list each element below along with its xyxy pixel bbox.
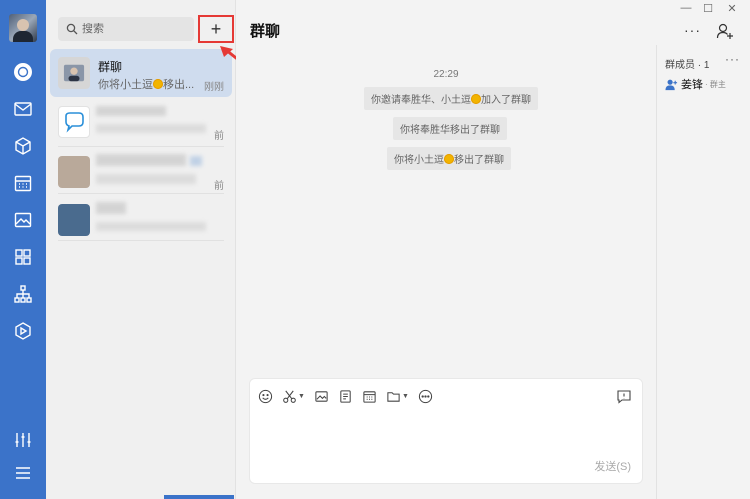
conversation-name: 群聊 (98, 60, 123, 74)
sunflower-emoji-icon (444, 154, 454, 164)
system-notice: 你邀请奉胜华、小土逗 加入了群聊 (364, 87, 538, 110)
divider (58, 146, 224, 147)
message-composer: ▼ ▼ 发送(S) (249, 378, 643, 484)
add-member-icon[interactable] (716, 22, 734, 40)
calendar-icon[interactable] (11, 171, 35, 195)
more-options-button[interactable]: ··· (684, 22, 701, 38)
conversation-time: 前 (214, 181, 224, 192)
member-role: · 群主 (705, 79, 726, 89)
system-notice: 你将奉胜华移出了群聊 (393, 117, 507, 140)
emoji-icon (258, 389, 273, 403)
contact-avatar (58, 156, 90, 188)
folder-icon (387, 391, 400, 402)
conversation-item[interactable] (50, 196, 232, 244)
file-button[interactable] (338, 387, 353, 405)
folder-button[interactable]: ▼ (386, 387, 409, 405)
members-panel: 群成员 · 1 ··· 姜锋 · 群主 (656, 45, 750, 499)
members-more-button[interactable]: ··· (725, 52, 740, 66)
menu-icon[interactable] (11, 461, 35, 485)
conversation-list: + 群聊 你将小土逗移出... 刚刚 前 前 (46, 0, 275, 499)
screenshot-button[interactable]: ▼ (282, 387, 305, 405)
image-icon (315, 390, 328, 402)
avatar[interactable] (9, 14, 37, 42)
search-box[interactable] (58, 17, 194, 41)
member-item[interactable]: 姜锋 · 群主 (665, 76, 726, 92)
search-icon (66, 23, 78, 35)
chat-icon[interactable] (11, 60, 35, 84)
system-notice: 你将小土逗 移出了群聊 (387, 147, 511, 170)
conversation-time: 刚刚 (204, 82, 224, 93)
send-button[interactable]: 发送(S) (594, 458, 631, 474)
chat-bubble-icon (58, 106, 90, 138)
contact-avatar (58, 204, 90, 236)
taskbar-indicator (164, 495, 234, 499)
emoji-button[interactable] (258, 387, 273, 405)
close-button[interactable]: ✕ (722, 2, 742, 15)
chat-title: 群聊 (250, 23, 281, 40)
conversation-item[interactable]: 前 (50, 98, 232, 146)
more-icon (418, 389, 432, 403)
docs-icon[interactable] (11, 134, 35, 158)
message-input[interactable] (260, 413, 630, 455)
feedback-icon[interactable] (616, 388, 632, 404)
add-button[interactable]: + (198, 15, 234, 43)
conversation-preview: 你将小土逗 移出... (98, 79, 195, 91)
group-avatar (58, 57, 90, 89)
mail-icon[interactable] (11, 97, 35, 121)
conversation-item-group[interactable]: 群聊 你将小土逗 移出... 刚刚 (50, 49, 232, 97)
conversation-time: 前 (214, 131, 224, 142)
maximize-button[interactable]: ☐ (698, 2, 718, 15)
nav-rail (0, 0, 46, 499)
sunflower-emoji-icon (471, 94, 481, 104)
apps-icon[interactable] (11, 245, 35, 269)
message-time: 22:29 (433, 69, 459, 80)
org-icon[interactable] (11, 282, 35, 306)
divider (58, 240, 224, 241)
file-icon (340, 389, 351, 403)
scissors-icon (283, 390, 296, 403)
calendar-icon (363, 390, 376, 403)
video-icon[interactable] (11, 319, 35, 343)
photo-icon[interactable] (11, 208, 35, 232)
divider (58, 193, 224, 194)
schedule-button[interactable] (362, 387, 377, 405)
more-button[interactable] (418, 387, 433, 405)
chat-panel: 群聊 22:29 你邀请奉胜华、小土逗 加入了群聊 你将奉胜华移出了群聊 你将小土… (236, 0, 656, 499)
sunflower-emoji-icon (153, 79, 163, 89)
image-button[interactable] (314, 387, 329, 405)
member-name: 姜锋 (681, 79, 703, 91)
conversation-item[interactable]: 前 (50, 148, 232, 196)
composer-toolbar: ▼ ▼ (258, 387, 442, 405)
members-header: 群成员 · 1 (665, 60, 710, 71)
member-icon (665, 79, 678, 90)
settings-icon[interactable] (11, 428, 35, 452)
search-input[interactable] (82, 23, 182, 35)
minimize-button[interactable]: — (676, 2, 696, 14)
